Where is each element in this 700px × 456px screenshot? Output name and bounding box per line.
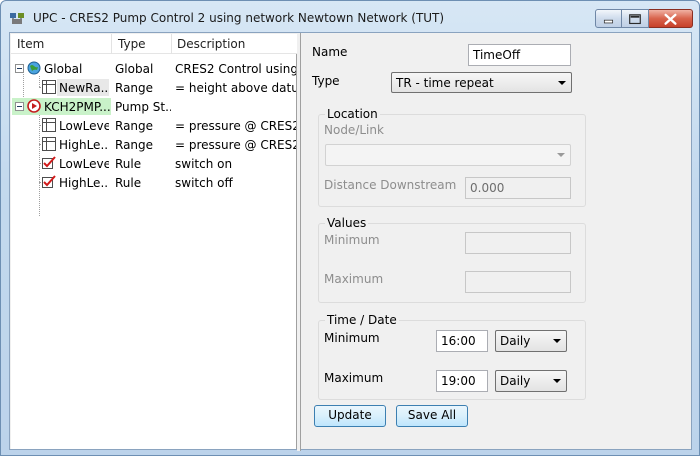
maximize-button[interactable] xyxy=(622,9,649,28)
column-header-item[interactable]: Item xyxy=(17,37,44,51)
update-button[interactable]: Update xyxy=(314,405,386,427)
chevron-down-icon xyxy=(553,379,561,383)
rule-check-icon xyxy=(42,175,56,188)
time-minimum-label: Minimum xyxy=(324,331,380,345)
tree-row-lowlevel-range[interactable]: LowLevel Range = pressure @ CRES2 ... xyxy=(11,116,297,135)
window-title: UPC - CRES2 Pump Control 2 using network… xyxy=(33,11,445,25)
values-minimum-input[interactable] xyxy=(465,232,571,254)
time-maximum-period-select[interactable]: Daily xyxy=(495,370,567,392)
title-bar[interactable]: UPC - CRES2 Pump Control 2 using network… xyxy=(1,1,699,33)
collapse-icon[interactable] xyxy=(15,102,24,111)
tree-cell-type: Rule xyxy=(115,157,142,171)
tree-cell-type: Global xyxy=(115,62,154,76)
range-grid-icon xyxy=(42,118,56,132)
column-header-description[interactable]: Description xyxy=(177,37,245,51)
tree-cell-item: Global xyxy=(44,62,83,76)
chevron-down-icon xyxy=(558,81,566,85)
node-link-select[interactable] xyxy=(325,144,571,166)
type-select-value: TR - time repeat xyxy=(396,76,494,90)
tree-cell-item: NewRa... xyxy=(59,81,109,95)
tree-cell-item: LowLevel xyxy=(59,157,109,171)
tree-cell-item: KCH2PMP... xyxy=(44,100,110,114)
panel-splitter[interactable] xyxy=(297,33,301,451)
maximize-icon xyxy=(629,14,641,25)
time-maximum-label: Maximum xyxy=(324,371,384,385)
tree-cell-type: Range xyxy=(115,138,154,152)
save-all-button[interactable]: Save All xyxy=(396,405,468,427)
location-group-title: Location xyxy=(325,107,380,121)
chevron-down-icon xyxy=(557,153,565,157)
range-grid-icon xyxy=(42,80,56,94)
tree-cell-description: = pressure @ CRES2 ... xyxy=(175,138,296,152)
values-maximum-input[interactable] xyxy=(465,271,571,293)
tree-cell-description: = height above datu... xyxy=(175,81,296,95)
tree-cell-description: = pressure @ CRES2 ... xyxy=(175,119,296,133)
rule-check-icon xyxy=(42,156,56,169)
client-area: Item Type Description Global Global CRES… xyxy=(9,32,692,451)
tree-cell-item: HighLe... xyxy=(59,138,109,152)
tree-row-lowlevel-rule[interactable]: LowLevel Rule switch on xyxy=(11,154,297,173)
tree-row-highlevel-range[interactable]: HighLe... Range = pressure @ CRES2 ... xyxy=(11,135,297,154)
close-button[interactable] xyxy=(649,9,693,28)
name-label: Name xyxy=(312,45,348,59)
type-select[interactable]: TR - time repeat xyxy=(391,72,572,93)
tree-row-kch2pmp[interactable]: KCH2PMP... Pump St... xyxy=(11,97,297,116)
time-maximum-input[interactable]: 19:00 xyxy=(436,370,488,392)
minimize-button[interactable] xyxy=(595,9,622,28)
app-icon xyxy=(10,13,24,24)
tree-header: Item Type Description xyxy=(11,34,297,54)
collapse-icon[interactable] xyxy=(15,64,24,73)
tree-cell-item: HighLe... xyxy=(59,176,109,190)
values-group-title: Values xyxy=(325,216,369,230)
close-icon xyxy=(664,13,677,25)
tree-cell-type: Range xyxy=(115,119,154,133)
minimize-icon xyxy=(603,19,614,24)
node-link-label: Node/Link xyxy=(324,123,384,137)
tree-cell-type: Pump St... xyxy=(115,100,171,114)
tree-cell-type: Rule xyxy=(115,176,142,190)
time-minimum-input[interactable]: 16:00 xyxy=(436,330,488,352)
time-date-group-title: Time / Date xyxy=(325,313,399,327)
tree-row-highlevel-rule[interactable]: HighLe... Rule switch off xyxy=(11,173,297,192)
values-minimum-label: Minimum xyxy=(324,233,380,247)
range-grid-icon xyxy=(42,137,56,151)
tree-cell-description: CRES2 Control using... xyxy=(175,62,296,76)
time-minimum-period-select[interactable]: Daily xyxy=(495,330,567,352)
values-maximum-label: Maximum xyxy=(324,272,384,286)
globe-icon xyxy=(27,61,41,75)
app-window: UPC - CRES2 Pump Control 2 using network… xyxy=(0,0,700,456)
distance-downstream-label: Distance Downstream xyxy=(324,178,457,192)
column-header-type[interactable]: Type xyxy=(118,37,146,51)
tree-row-newra[interactable]: NewRa... Range = height above datu... xyxy=(11,78,297,97)
item-tree[interactable]: Item Type Description Global Global CRES… xyxy=(11,34,297,449)
name-input[interactable]: TimeOff xyxy=(468,44,571,66)
tree-cell-description: switch off xyxy=(175,176,233,190)
play-circle-icon xyxy=(27,99,41,113)
tree-cell-description: switch on xyxy=(175,157,233,171)
type-label: Type xyxy=(312,74,340,88)
chevron-down-icon xyxy=(553,339,561,343)
tree-cell-item: LowLevel xyxy=(59,119,109,133)
tree-row-global[interactable]: Global Global CRES2 Control using... xyxy=(11,59,297,78)
time-minimum-period-value: Daily xyxy=(500,334,531,348)
tree-cell-type: Range xyxy=(115,81,154,95)
time-maximum-period-value: Daily xyxy=(500,374,531,388)
distance-downstream-input[interactable]: 0.000 xyxy=(465,177,571,199)
